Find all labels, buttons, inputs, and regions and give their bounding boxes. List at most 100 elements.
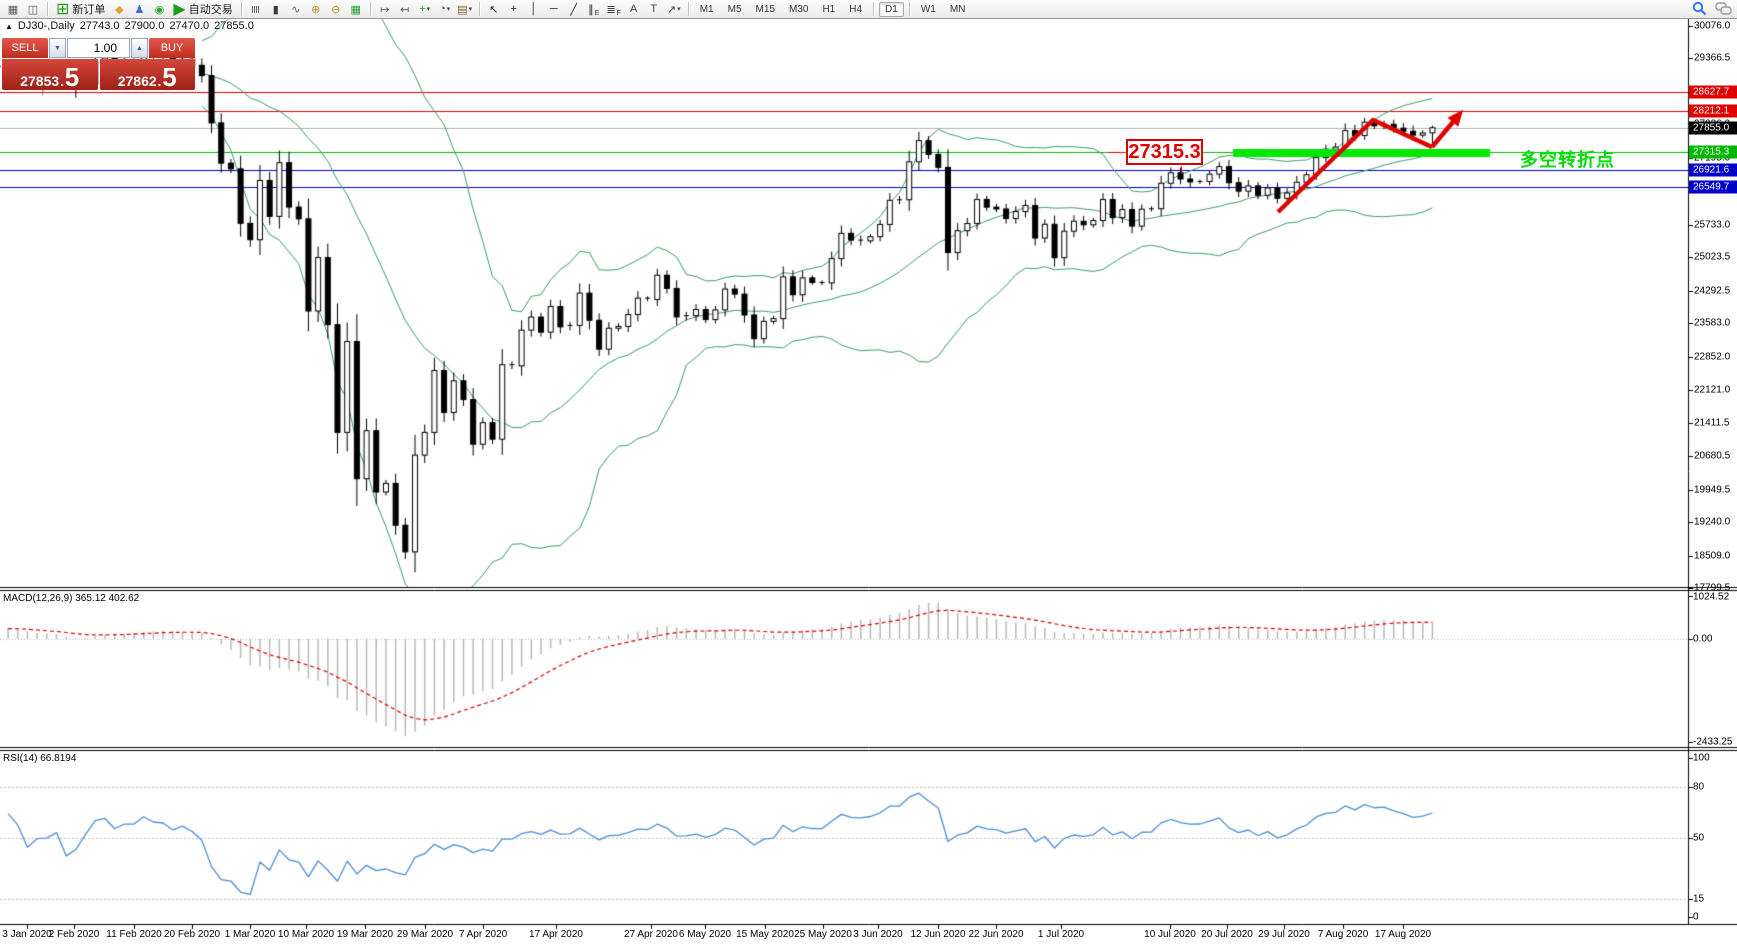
- date-tick-label: 3 Jan 2020: [2, 929, 52, 940]
- timeframe-m1[interactable]: M1: [694, 2, 720, 17]
- price-tick-label: 19949.5: [1694, 484, 1730, 495]
- chart-shift-icon[interactable]: ↤: [395, 1, 415, 17]
- template-icon[interactable]: ▤▾: [455, 1, 475, 17]
- price-tick-label: 18509.0: [1694, 550, 1730, 561]
- price-tick-label: 22852.0: [1694, 351, 1730, 362]
- date-tick-label: 20 Feb 2020: [164, 929, 220, 940]
- chat-icon[interactable]: [1715, 1, 1732, 16]
- rsi-tick-label: 0: [1693, 912, 1699, 923]
- price-level-label: 27315.3: [1689, 146, 1737, 159]
- date-tick-label: 10 Jul 2020: [1144, 929, 1196, 940]
- vline-icon[interactable]: │: [524, 1, 544, 17]
- trendline-icon[interactable]: ╱: [564, 1, 584, 17]
- macd-tick-label: 1024.52: [1693, 592, 1729, 603]
- hline-icon[interactable]: ─: [544, 1, 564, 17]
- date-tick-label: 2 Feb 2020: [49, 929, 100, 940]
- price-tick-label: 30076.0: [1694, 21, 1730, 32]
- channel-icon[interactable]: ∥E: [584, 1, 604, 17]
- candle-chart-icon[interactable]: ▮: [266, 1, 286, 17]
- price-tick-label: 25023.5: [1694, 252, 1730, 263]
- timeframe-w1[interactable]: W1: [915, 2, 942, 17]
- one-click-trade-panel: SELL ▼ 1.00 ▲ BUY 27853.5 27862.5: [2, 38, 195, 90]
- toolbar-separator: [370, 2, 371, 16]
- zoom-out-icon[interactable]: ⊖: [326, 1, 346, 17]
- date-tick-label: 12 Jun 2020: [910, 929, 965, 940]
- auto-scroll-icon[interactable]: ↦: [375, 1, 395, 17]
- date-tick-label: 25 May 2020: [794, 929, 852, 940]
- ohlc-high: 27900.0: [125, 20, 165, 32]
- period-icon[interactable]: ◔▾: [435, 1, 455, 17]
- timeframe-h1[interactable]: H1: [816, 2, 841, 17]
- price-level-label: 26921.6: [1689, 164, 1737, 177]
- date-tick-label: 17 Aug 2020: [1375, 929, 1431, 940]
- price-tick-label: 21411.5: [1694, 417, 1729, 428]
- timeframe-m30[interactable]: M30: [783, 2, 814, 17]
- ohlc-low: 27470.0: [169, 20, 209, 32]
- date-tick-label: 10 Mar 2020: [278, 929, 334, 940]
- crosshair-icon[interactable]: +: [504, 1, 524, 17]
- price-level-label: 28627.7: [1689, 86, 1737, 99]
- date-tick-label: 22 Jun 2020: [968, 929, 1023, 940]
- rsi-tick-label: 100: [1693, 753, 1710, 764]
- bar-chart-icon[interactable]: ≣: [246, 1, 266, 17]
- price-level-label: 28212.1: [1689, 105, 1737, 118]
- timeframe-mn[interactable]: MN: [944, 2, 972, 17]
- accounts-icon[interactable]: ♟: [129, 1, 149, 17]
- volume-input[interactable]: 1.00: [67, 38, 130, 58]
- label-icon[interactable]: T: [644, 1, 664, 17]
- symbol-name: DJ30-,Daily: [18, 20, 75, 32]
- timeframe-h4[interactable]: H4: [843, 2, 868, 17]
- toolbar-separator: [688, 2, 689, 16]
- timeframe-d1[interactable]: D1: [879, 2, 904, 17]
- autotrading-button[interactable]: ▶自动交易: [169, 1, 236, 17]
- history-center-icon[interactable]: ◆: [109, 1, 129, 17]
- volume-increase-button[interactable]: ▲: [131, 38, 148, 58]
- date-tick-label: 29 Jul 2020: [1258, 929, 1310, 940]
- price-level-label: 27855.0: [1689, 121, 1737, 134]
- add-indicator-icon[interactable]: +▾: [415, 1, 435, 17]
- macd-tick-label: 0.00: [1693, 634, 1712, 645]
- tile-windows-icon[interactable]: ▦: [346, 1, 366, 17]
- arrows-icon[interactable]: ↗▾: [664, 1, 684, 17]
- timeframe-m15[interactable]: M15: [750, 2, 781, 17]
- date-tick-label: 19 Mar 2020: [337, 929, 393, 940]
- volume-decrease-button[interactable]: ▼: [49, 38, 66, 58]
- symbol-info: ▲DJ30-,Daily27743.027900.027470.027855.0: [5, 20, 259, 32]
- timeframe-m5[interactable]: M5: [722, 2, 748, 17]
- search-icon[interactable]: [1692, 1, 1707, 16]
- buy-button[interactable]: BUY: [149, 38, 195, 58]
- price-tick-label: 29366.5: [1694, 53, 1730, 64]
- price-tick-label: 25733.0: [1694, 219, 1730, 230]
- toolbar: ▦◫⊞新订单◆♟◉▶自动交易≣▮∿⊕⊖▦↦↤+▾◔▾▤▾↖+│─╱∥E≣FAT↗…: [0, 0, 1737, 19]
- ohlc-open: 27743.0: [80, 20, 120, 32]
- rsi-tick-label: 15: [1693, 893, 1704, 904]
- signals-icon[interactable]: ◉: [149, 1, 169, 17]
- sell-button[interactable]: SELL: [2, 38, 48, 58]
- fibonacci-icon[interactable]: ≣F: [604, 1, 624, 17]
- symbol-triangle-icon: ▲: [5, 22, 13, 31]
- toolbar-separator: [47, 2, 48, 16]
- rsi-indicator-label: RSI(14) 66.8194: [3, 753, 76, 764]
- rsi-tick-label: 50: [1693, 833, 1704, 844]
- toolbar-separator: [241, 2, 242, 16]
- new-chart-icon[interactable]: ▦: [3, 1, 23, 17]
- line-chart-icon[interactable]: ∿: [286, 1, 306, 17]
- date-tick-label: 17 Apr 2020: [529, 929, 583, 940]
- date-tick-label: 20 Jul 2020: [1201, 929, 1253, 940]
- cursor-icon[interactable]: ↖: [484, 1, 504, 17]
- toolbar-right: [1692, 1, 1732, 16]
- price-tick-label: 23583.0: [1694, 318, 1730, 329]
- macd-indicator-label: MACD(12,26,9) 365.12 402.62: [3, 593, 139, 604]
- date-tick-label: 27 Apr 2020: [624, 929, 678, 940]
- date-tick-label: 6 May 2020: [679, 929, 731, 940]
- profiles-icon[interactable]: ◫: [23, 1, 43, 17]
- date-tick-label: 15 May 2020: [736, 929, 794, 940]
- new-order-button[interactable]: ⊞新订单: [52, 1, 109, 17]
- text-icon[interactable]: A: [624, 1, 644, 17]
- sell-price[interactable]: 27853.5: [2, 59, 98, 90]
- buy-price[interactable]: 27862.5: [100, 59, 196, 90]
- zoom-in-icon[interactable]: ⊕: [306, 1, 326, 17]
- price-level-label: 26549.7: [1689, 181, 1737, 194]
- date-tick-label: 11 Feb 2020: [106, 929, 161, 940]
- chart-overlays: ▲ DJ30-,Daily 27743.0 27900.0 27470.0 27855.0…: [0, 0, 1737, 944]
